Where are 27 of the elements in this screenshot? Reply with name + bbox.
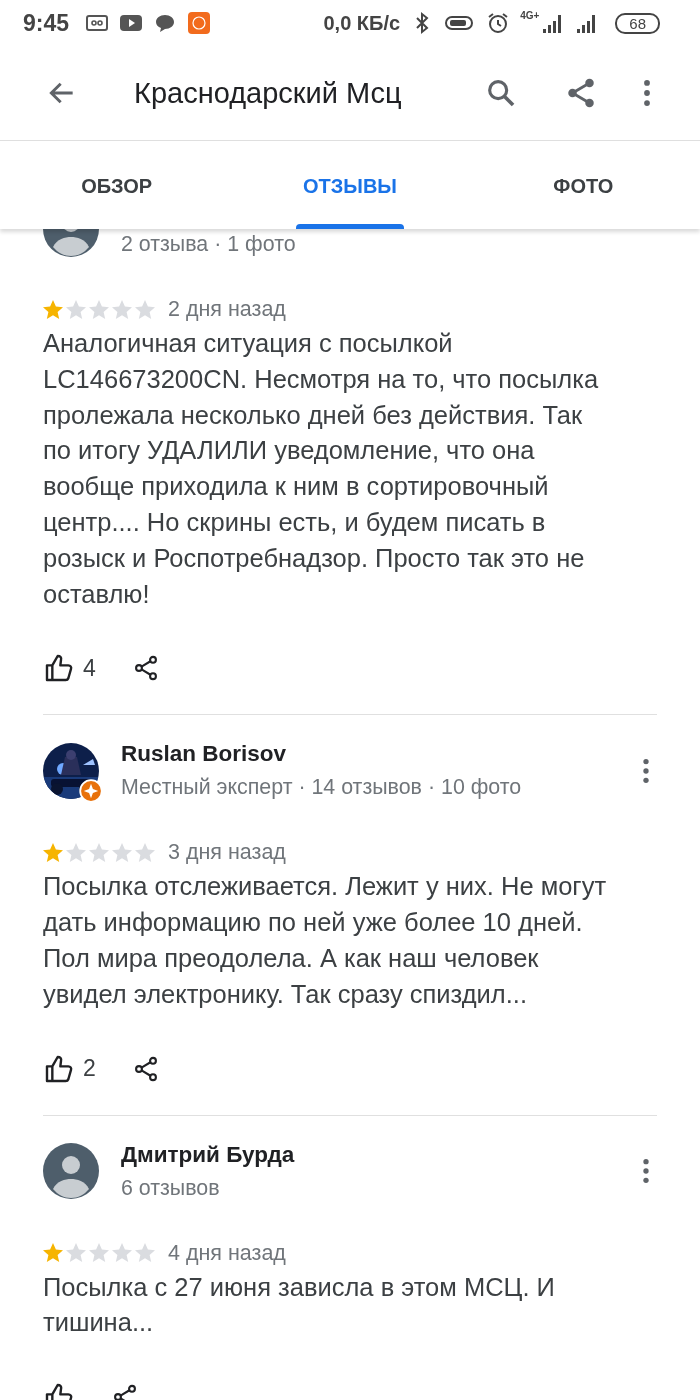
more-icon [643,1159,649,1184]
review-text: Посылка с 27 июня зависла в этом МСЦ. И тишина... [43,1271,556,1339]
review-date: 4 дня назад [168,1240,286,1266]
network-type: 4G+ [520,10,540,21]
reviewer-meta: Местный эксперт · 14 отзывов · 10 фото [121,775,523,801]
battery-level: 68 [615,12,660,34]
tab[interactable]: ФОТО [466,141,700,229]
network-speed: 0,0 КБ/с [323,11,401,35]
more-icon [644,80,650,106]
like-button[interactable]: 2 [43,1052,96,1085]
like-button[interactable]: 4 [43,652,96,685]
more-icon [643,758,649,783]
reviewer-meta: 6 отзывов [121,1175,221,1201]
tab[interactable]: ОТЗЫВЫ [233,141,467,229]
like-count: 4 [83,654,96,682]
reviewer-name[interactable]: Ruslan Borisov [121,741,611,768]
review-date: 2 дня назад [168,297,286,322]
reviewer-name[interactable]: Дмитрий Бурда [121,1141,611,1168]
place-title: Краснодарский Мсц [134,76,403,110]
reviewer-meta: 2 отзыва · 1 фото [121,232,297,257]
review-text: Аналогичная ситуация с посылкой LC146673200CN. Несмотря на то, что посылка пролежала несколько дней без действия. Так по итогу УДАЛИЛИ уведомление, что она вообще приходила к ним в сортировочный центр.... Но скрины есть, и будем писать в розыск и Роспотребнадзор. Просто так это не оставлю! [43,328,600,610]
like-count: 2 [83,1055,96,1083]
tab[interactable]: ОБЗОР [0,141,234,229]
status-time: 9:45 [23,9,70,37]
review-text: Посылка отслеживается. Лежит у них. Не могут дать информацию по ней уже более 10 дней. Пол мира преодолела. А как наш человек увидел электронику. Так сразу спиздил... [43,871,608,1010]
review-date: 3 дня назад [168,840,286,866]
app-icon [187,11,212,35]
